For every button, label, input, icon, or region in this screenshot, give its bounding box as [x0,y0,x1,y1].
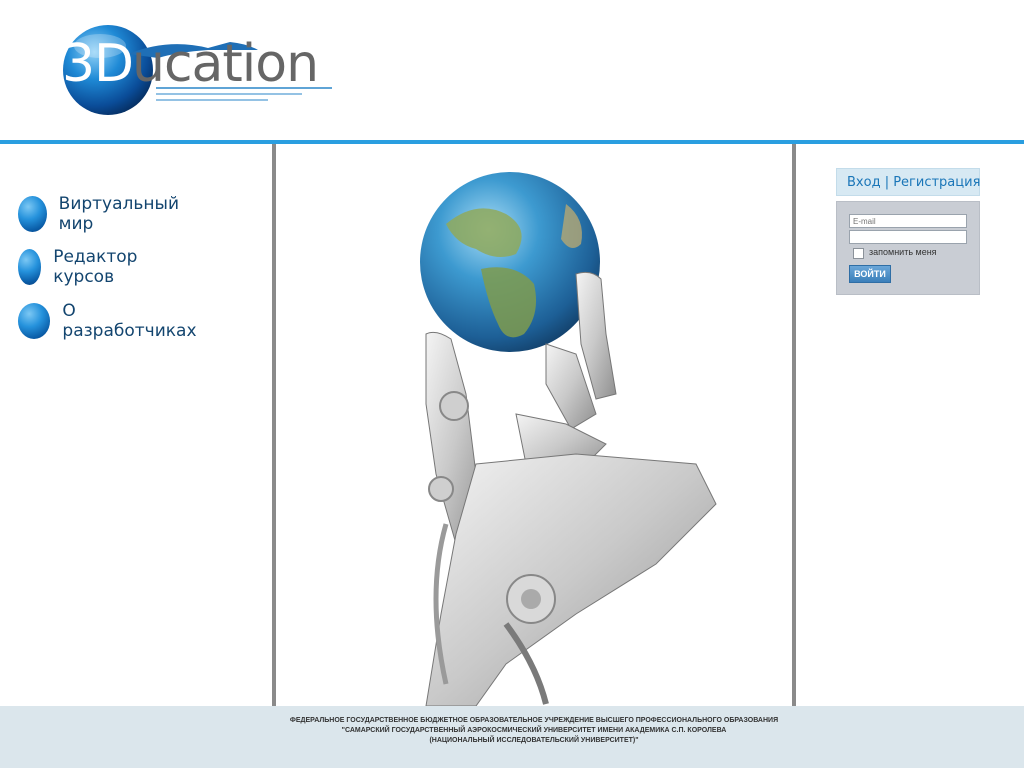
nav-item-course-editor[interactable]: Редактор курсов [18,247,150,287]
logo[interactable]: 3 Ducation [58,20,348,120]
right-divider [792,144,796,768]
register-link[interactable]: Регистрация [893,175,980,190]
logo-rest: ucation [132,34,319,94]
nav-item-about-developers[interactable]: О разработчиках [18,301,200,341]
nav-item-virtual-world[interactable]: Виртуальный мир [18,194,186,234]
login-link[interactable]: Вход [847,175,881,190]
sphere-icon [18,249,42,285]
logo-prefix: 3 [62,34,95,94]
footer-line-3: (НАЦИОНАЛЬНЫЙ ИССЛЕДОВАТЕЛЬСКИЙ УНИВЕРСИ… [429,737,639,744]
footer-text: ФЕДЕРАЛЬНОЕ ГОСУДАРСТВЕННОЕ БЮДЖЕТНОЕ ОБ… [276,716,792,746]
robot-hand-globe-image [420,172,717,706]
login-tab: Вход | Регистрация [836,168,980,196]
sphere-icon [18,196,47,232]
logo-highlight: D [94,34,134,94]
header: 3 Ducation [0,0,1024,140]
sphere-icon [18,303,51,339]
login-submit-button[interactable]: ВОЙТИ [849,265,891,283]
login-tab-separator: | [880,174,894,190]
email-field[interactable] [849,214,967,228]
nav-item-label: О разработчиках [62,301,197,341]
remember-me-label: запомнить меня [869,247,937,257]
nav-item-label: Редактор курсов [53,247,138,287]
footer-line-2: "САМАРСКИЙ ГОСУДАРСТВЕННЫЙ АЭРОКОСМИЧЕСК… [341,727,727,734]
nav-item-label: Виртуальный мир [58,194,180,234]
footer-line-1: ФЕДЕРАЛЬНОЕ ГОСУДАРСТВЕННОЕ БЮДЖЕТНОЕ ОБ… [289,717,779,724]
remember-me-checkbox[interactable] [853,248,864,259]
hero-image [276,144,792,706]
login-form: запомнить меня ВОЙТИ [836,201,980,295]
password-field[interactable] [849,230,967,244]
